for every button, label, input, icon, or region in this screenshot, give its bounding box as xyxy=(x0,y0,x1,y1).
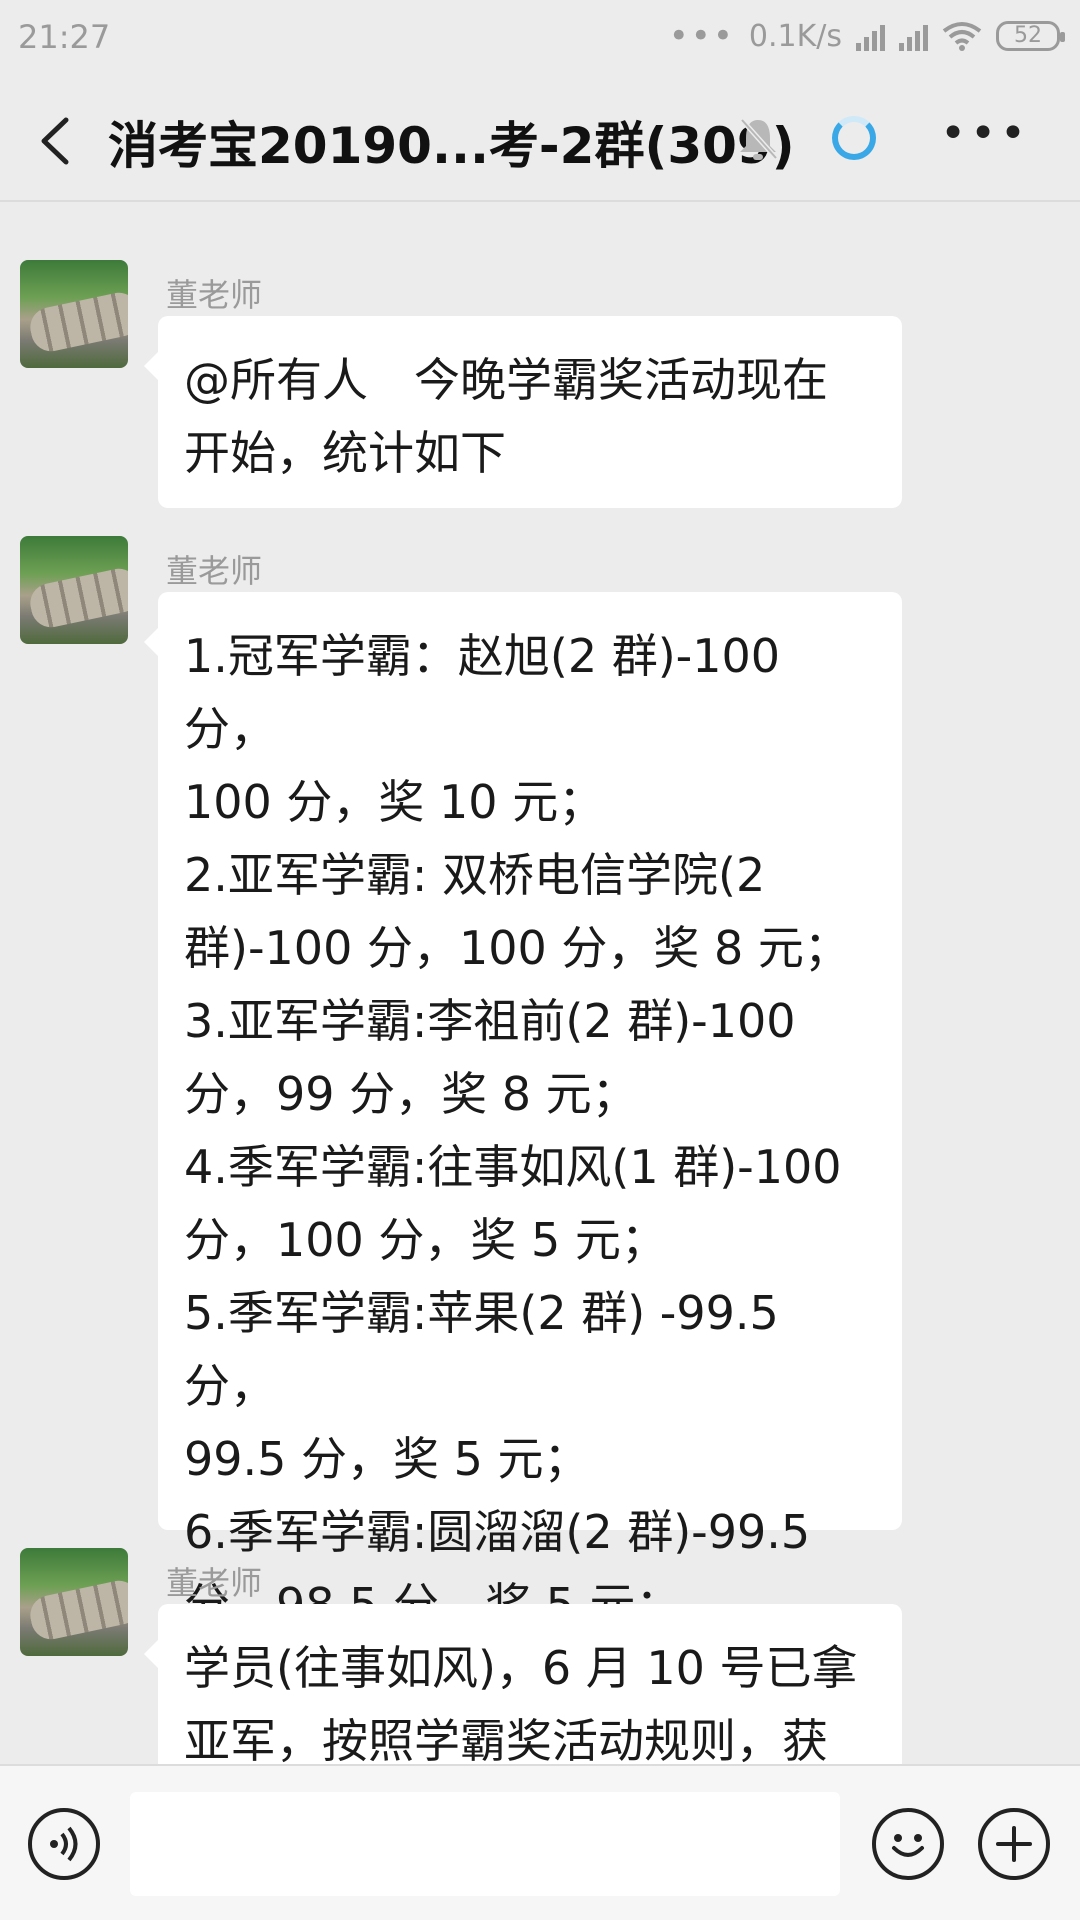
message-line: 5.季军学霸:苹果(2 群) -99.5 分， xyxy=(184,1286,794,1413)
message-line: 2.亚军学霸: 双桥电信学院(2 xyxy=(184,848,766,902)
plus-icon xyxy=(996,1826,1032,1862)
sender-name: 董老师 xyxy=(166,276,263,314)
message-line: 亚军，按照学霸奖活动规则，获 xyxy=(184,1714,828,1764)
message-line: 99.5 分，奖 5 元； xyxy=(184,1432,590,1486)
message-line: 100 分，奖 10 元； xyxy=(184,775,605,829)
message-line: 开始，统计如下 xyxy=(184,426,506,480)
message-input[interactable] xyxy=(130,1792,840,1896)
message-line: 分，100 分，奖 5 元； xyxy=(184,1213,667,1267)
message-line: 4.季军学霸:往事如风(1 群)-100 xyxy=(184,1140,842,1194)
emoji-icon xyxy=(892,1834,924,1857)
message-bubble[interactable]: @所有人 今晚学霸奖活动现在 开始，统计如下 xyxy=(144,316,902,508)
message-line: 群)-100 分，100 分，奖 8 元； xyxy=(184,921,850,975)
chat-area[interactable]: 董老师 @所有人 今晚学霸奖活动现在 开始，统计如下 董老师 1.冠军学霸：赵旭… xyxy=(0,204,1080,1764)
more-icon[interactable]: ••• xyxy=(940,108,1030,159)
status-right: ••• 0.1K/s 52 xyxy=(668,16,1065,56)
message-line: 学员(往事如风)，6 月 10 号已拿 xyxy=(184,1641,858,1695)
status-time: 21:27 xyxy=(18,18,111,56)
plus-button[interactable] xyxy=(978,1808,1050,1880)
signal-icon-2 xyxy=(899,21,928,51)
mute-bell-icon xyxy=(740,118,778,160)
wifi-icon xyxy=(942,22,982,51)
message-bubble[interactable]: 学员(往事如风)，6 月 10 号已拿 亚军，按照学霸奖活动规则，获 xyxy=(144,1604,902,1764)
back-arrow-icon[interactable] xyxy=(36,116,76,166)
sender-name: 董老师 xyxy=(166,552,263,590)
message-line: 分，99 分，奖 8 元； xyxy=(184,1067,638,1121)
voice-button[interactable] xyxy=(28,1808,100,1880)
chat-message: 董老师 学员(往事如风)，6 月 10 号已拿 亚军，按照学霸奖活动规则，获 xyxy=(0,1548,1080,1764)
input-bar xyxy=(0,1764,1080,1920)
loading-icon xyxy=(832,116,876,160)
chat-message: 董老师 @所有人 今晚学霸奖活动现在 开始，统计如下 xyxy=(0,260,1080,520)
chat-message: 董老师 1.冠军学霸：赵旭(2 群)-100 分， 100 分，奖 10 元； … xyxy=(0,536,1080,1632)
network-speed: 0.1K/s xyxy=(748,18,842,54)
status-bar: 21:27 ••• 0.1K/s 52 xyxy=(0,0,1080,78)
message-bubble[interactable]: 1.冠军学霸：赵旭(2 群)-100 分， 100 分，奖 10 元； 2.亚军… xyxy=(144,592,902,1632)
signal-icon xyxy=(856,21,885,51)
battery-icon: 52 xyxy=(996,21,1065,51)
message-line: 3.亚军学霸:李祖前(2 群)-100 xyxy=(184,994,796,1048)
chat-header: 消考宝20190...考-2群(309) ••• xyxy=(0,78,1080,202)
avatar[interactable] xyxy=(20,536,128,644)
sender-name: 董老师 xyxy=(166,1564,263,1602)
message-line: @所有人 今晚学霸奖活动现在 xyxy=(184,353,828,407)
emoji-button[interactable] xyxy=(872,1808,944,1880)
avatar[interactable] xyxy=(20,1548,128,1656)
chat-title[interactable]: 消考宝20190...考-2群(309) xyxy=(108,106,795,178)
voice-icon xyxy=(50,1826,78,1862)
avatar[interactable] xyxy=(20,260,128,368)
message-line: 1.冠军学霸：赵旭(2 群)-100 分， xyxy=(184,629,795,756)
notification-dots-icon: ••• xyxy=(668,16,735,56)
